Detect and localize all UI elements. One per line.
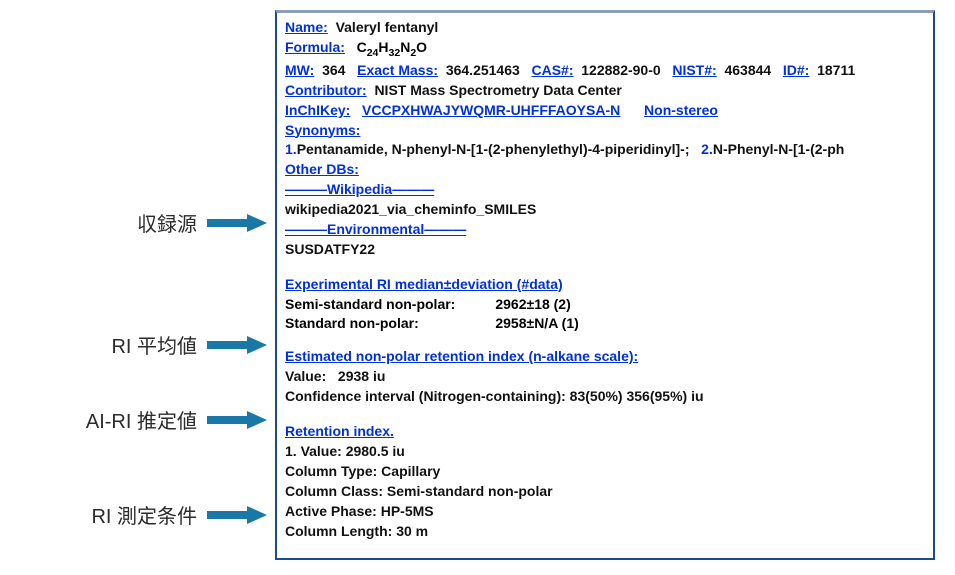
mw-row: MW: 364 Exact Mass: 364.251463 CAS#: 122… [285,61,925,80]
environmental-header-row: ———Environmental——— [285,220,925,239]
inchikey-row: InChIKey: VCCPXHWAJYWQMR-UHFFFAOYSA-N No… [285,101,925,120]
label-ri-mean: RI 平均値 [111,330,197,359]
compound-info-panel: Name: Valeryl fentanyl Formula: C24H32N2… [275,10,935,560]
retention-index-label-link[interactable]: Retention index. [285,423,394,439]
exp-ri-1-val: 2962±18 (2) [495,295,618,314]
formula-label-link[interactable]: Formula: [285,39,345,55]
experimental-ri-label-row: Experimental RI median±deviation (#data) [285,275,925,294]
id-value: 18711 [817,62,855,78]
formula-row: Formula: C24H32N2O [285,38,925,60]
nist-value: 463844 [724,62,771,78]
wikipedia-value: wikipedia2021_via_cheminfo_SMILES [285,201,536,217]
syn-1: Pentanamide, N-phenyl-N-[1-(2-phenylethy… [297,141,690,157]
arrow-icon [207,411,267,429]
name-value: Valeryl fentanyl [336,19,439,35]
estimated-ri-value-row: Value: 2938 iu [285,367,925,386]
syn-num-1: 1. [285,141,297,157]
arrow-icon [207,506,267,524]
syn-2: N-Phenyl-N-[1-(2-ph [713,141,844,157]
contributor-row: Contributor: NIST Mass Spectrometry Data… [285,81,925,100]
label-row-source: 収録源 [137,208,267,237]
est-ri-ci: Confidence interval (Nitrogen-containing… [285,388,704,404]
label-row-ai-ri: AI-RI 推定値 [86,405,267,434]
inchikey-label-link[interactable]: InChIKey: [285,102,350,118]
experimental-ri-table: Semi-standard non-polar: 2962±18 (2) Sta… [285,295,619,333]
formula-value: C24H32N2O [357,39,427,55]
wikipedia-value-row: wikipedia2021_via_cheminfo_SMILES [285,200,925,219]
syn-num-2: 2. [701,141,713,157]
annotation-labels-column: 収録源 RI 平均値 AI-RI 推定値 RI 測定条件 [0,10,275,560]
cas-label-link[interactable]: CAS#: [531,62,573,78]
inchikey-value-link[interactable]: VCCPXHWAJYWQMR-UHFFFAOYSA-N [362,102,620,118]
mw-value: 364 [322,62,345,78]
synonyms-label-row: Synonyms: [285,121,925,140]
exp-ri-row-2: Standard non-polar: 2958±N/A (1) [285,314,619,333]
mw-label-link[interactable]: MW: [285,62,314,78]
column-length-row: Column Length: 30 m [285,522,925,541]
label-ai-ri: AI-RI 推定値 [86,405,197,434]
column-type: Column Type: Capillary [285,463,440,479]
other-dbs-label-row: Other DBs: [285,160,925,179]
est-ri-val-val: 2938 iu [338,368,385,384]
column-class-row: Column Class: Semi-standard non-polar [285,482,925,501]
environmental-value: SUSDATFY22 [285,241,375,257]
arrow-icon [207,214,267,232]
active-phase: Active Phase: HP-5MS [285,503,434,519]
label-row-ri-cond: RI 測定条件 [91,500,267,529]
exact-mass-label-link[interactable]: Exact Mass: [357,62,438,78]
contributor-value: NIST Mass Spectrometry Data Center [374,82,621,98]
non-stereo-link[interactable]: Non-stereo [644,102,718,118]
label-ri-cond: RI 測定条件 [91,500,197,529]
est-ri-val-key: Value: [285,368,326,384]
name-label-link[interactable]: Name: [285,19,328,35]
environmental-header-link[interactable]: ———Environmental——— [285,221,466,237]
contributor-label-link[interactable]: Contributor: [285,82,367,98]
environmental-value-row: SUSDATFY22 [285,240,925,259]
estimated-ri-ci-row: Confidence interval (Nitrogen-containing… [285,387,925,406]
arrow-icon [207,336,267,354]
exp-ri-1-key: Semi-standard non-polar: [285,295,495,314]
exp-ri-2-key: Standard non-polar: [285,314,495,333]
name-row: Name: Valeryl fentanyl [285,18,925,37]
label-source: 収録源 [137,208,197,237]
retention-index-label-row: Retention index. [285,422,925,441]
active-phase-row: Active Phase: HP-5MS [285,502,925,521]
ri-1-value: 1. Value: 2980.5 iu [285,443,405,459]
synonyms-label-link[interactable]: Synonyms: [285,122,360,138]
exp-ri-row-1: Semi-standard non-polar: 2962±18 (2) [285,295,619,314]
cas-value: 122882-90-0 [581,62,660,78]
exact-mass-value: 364.251463 [446,62,520,78]
wikipedia-header-link[interactable]: ———Wikipedia——— [285,181,434,197]
other-dbs-label-link[interactable]: Other DBs: [285,161,359,177]
label-row-ri-mean: RI 平均値 [111,330,267,359]
column-class: Column Class: Semi-standard non-polar [285,483,553,499]
experimental-ri-label-link[interactable]: Experimental RI median±deviation (#data) [285,276,563,292]
synonyms-values-row: 1.Pentanamide, N-phenyl-N-[1-(2-phenylet… [285,140,925,159]
nist-label-link[interactable]: NIST#: [672,62,716,78]
column-length: Column Length: 30 m [285,523,428,539]
ri-1-value-row: 1. Value: 2980.5 iu [285,442,925,461]
estimated-ri-label-row: Estimated non-polar retention index (n-a… [285,347,925,366]
wikipedia-header-row: ———Wikipedia——— [285,180,925,199]
estimated-ri-label-link[interactable]: Estimated non-polar retention index (n-a… [285,348,638,364]
id-label-link[interactable]: ID#: [783,62,809,78]
column-type-row: Column Type: Capillary [285,462,925,481]
exp-ri-2-val: 2958±N/A (1) [495,314,618,333]
